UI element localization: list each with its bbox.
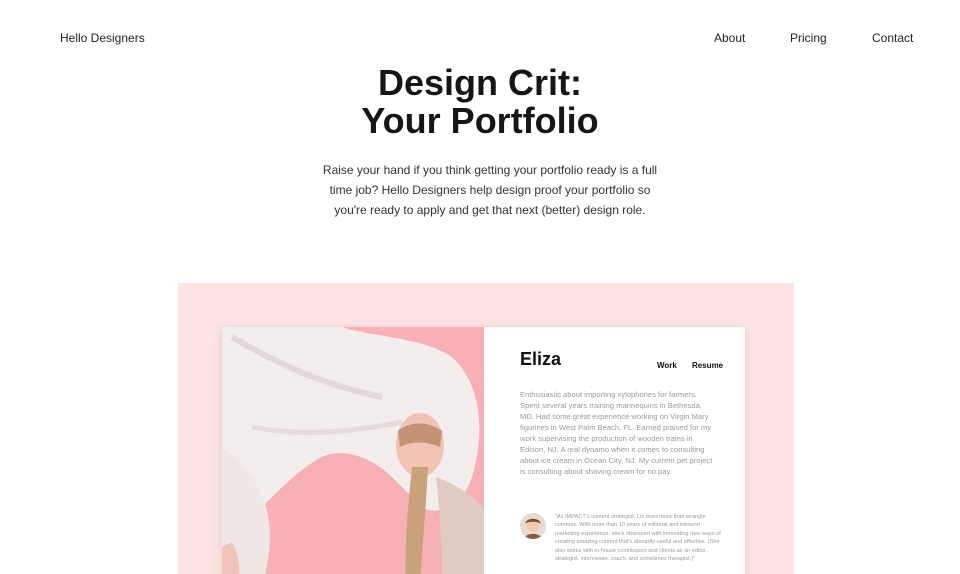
nav-link-contact[interactable]: Contact — [872, 31, 913, 45]
nav-link-about[interactable]: About — [714, 31, 745, 45]
hero-title-line-2: Your Portfolio — [361, 100, 599, 141]
testimonial-avatar — [520, 513, 546, 539]
portfolio-link-resume[interactable]: Resume — [692, 361, 723, 370]
hero-description: Raise your hand if you think getting you… — [322, 163, 658, 217]
portfolio-preview-section: Eliza Work Resume Enthusiastic about imp… — [178, 283, 794, 574]
portfolio-name: Eliza — [520, 349, 562, 369]
hero-title-line-1: Design Crit: — [377, 62, 582, 103]
portfolio-info-panel: Eliza Work Resume Enthusiastic about imp… — [484, 327, 745, 574]
hero-title: Design Crit: Your Portfolio — [0, 64, 960, 140]
testimonial-quote: "As IMPACT's content strategist, Liz doe… — [555, 514, 721, 563]
photo-illustration — [222, 327, 484, 574]
portfolio-bio: Enthusiastic about importing xylophones … — [520, 390, 713, 476]
portfolio-mockup-card: Eliza Work Resume Enthusiastic about imp… — [222, 327, 745, 574]
nav-link-pricing[interactable]: Pricing — [790, 31, 827, 45]
portfolio-hero-photo — [222, 327, 484, 574]
brand-logo-link[interactable]: Hello Designers — [60, 31, 145, 45]
portfolio-link-work[interactable]: Work — [657, 361, 677, 370]
